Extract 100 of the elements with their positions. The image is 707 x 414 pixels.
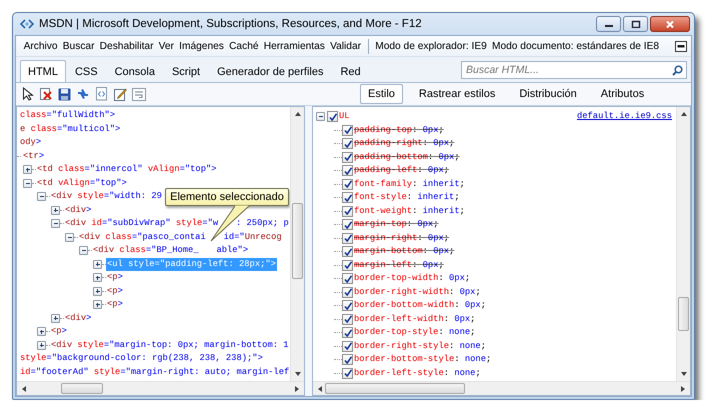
menu-item[interactable]: Validar xyxy=(327,38,364,54)
code-line[interactable]: <div> xyxy=(64,312,92,325)
scrollbar-thumb[interactable] xyxy=(325,383,465,394)
checkbox[interactable] xyxy=(342,124,353,136)
checkbox[interactable] xyxy=(342,178,353,190)
css-property[interactable]: border-left-width: 0px; xyxy=(354,312,476,326)
checkbox[interactable] xyxy=(342,138,353,150)
close-button[interactable] xyxy=(650,16,690,32)
collapse-icon[interactable] xyxy=(675,40,687,52)
style-tab[interactable]: Distribución xyxy=(511,84,585,104)
refresh-icon[interactable] xyxy=(76,87,90,101)
expand-toggle[interactable] xyxy=(23,165,32,174)
code-line[interactable]: <p> xyxy=(106,298,124,312)
code-line[interactable]: ody> xyxy=(19,136,42,150)
menu-item[interactable]: Imágenes xyxy=(176,38,226,54)
checkbox[interactable] xyxy=(342,273,353,284)
tab[interactable]: Script xyxy=(164,60,208,82)
save-icon[interactable] xyxy=(58,88,71,100)
expand-toggle[interactable] xyxy=(37,327,46,336)
css-property[interactable]: margin-bottom: 0px; xyxy=(354,245,454,258)
code-line[interactable]: e class="multicol"> xyxy=(19,122,122,136)
menu-item[interactable]: Buscar xyxy=(60,38,98,54)
checkbox[interactable] xyxy=(327,111,338,122)
style-tab[interactable]: Atributos xyxy=(592,84,652,104)
code-line[interactable]: class="fullWidth"> xyxy=(19,109,116,122)
search-field[interactable]: Buscar HTML... xyxy=(461,60,687,78)
expand-toggle[interactable] xyxy=(23,178,32,188)
horizontal-scrollbar[interactable] xyxy=(17,381,304,395)
source-icon[interactable] xyxy=(95,87,108,101)
checkbox[interactable] xyxy=(342,246,353,258)
code-line[interactable]: id="footerAd" style="margin-right: auto; margin-lef xyxy=(19,366,290,379)
css-property[interactable]: border-bottom-width: 0px; xyxy=(354,299,486,312)
edit-icon[interactable] xyxy=(113,87,127,101)
clear-icon[interactable] xyxy=(39,87,53,101)
checkbox[interactable] xyxy=(342,152,353,163)
css-property[interactable]: border-top-width: 0px; xyxy=(354,272,470,286)
checkbox[interactable] xyxy=(342,232,353,244)
tab[interactable]: Consola xyxy=(106,60,163,82)
menu-item[interactable]: Ver xyxy=(156,38,177,54)
checkbox[interactable] xyxy=(342,368,353,379)
scrollbar-thumb[interactable] xyxy=(292,203,303,279)
expand-toggle[interactable] xyxy=(51,206,60,215)
code-line[interactable]: able"> xyxy=(215,244,250,258)
expand-toggle[interactable] xyxy=(37,340,46,350)
menu-item[interactable]: Caché xyxy=(226,38,262,54)
search-icon[interactable] xyxy=(672,64,683,76)
css-property[interactable]: border-bottom-style: none; xyxy=(354,353,492,366)
css-property[interactable]: font-style: inherit; xyxy=(354,191,460,204)
code-line[interactable]: <div style="margin-top: 0px; margin-bottom: 1 xyxy=(50,338,290,352)
code-line[interactable]: <div id="subDivWrap" style="w xyxy=(64,217,220,230)
css-property[interactable]: padding-bottom: 0px; xyxy=(354,150,460,164)
minimize-button[interactable] xyxy=(596,16,621,32)
code-line[interactable]: : 250px; p xyxy=(234,217,290,230)
tab[interactable]: Generador de perfiles xyxy=(209,60,332,82)
expand-toggle[interactable] xyxy=(51,314,60,323)
scrollbar-thumb[interactable] xyxy=(678,297,689,331)
css-property[interactable]: padding-top: 0px; xyxy=(354,124,444,137)
tab[interactable]: HTML xyxy=(20,60,66,82)
checkbox[interactable] xyxy=(342,260,353,271)
tab[interactable]: CSS xyxy=(66,60,106,82)
code-line[interactable]: <div style="width: 29 xyxy=(50,190,163,204)
code-line[interactable]: <div class="BP_Home_ xyxy=(92,244,200,258)
code-line[interactable]: id="Unrecog xyxy=(222,230,283,244)
checkbox[interactable] xyxy=(342,314,353,325)
tab[interactable]: Red xyxy=(332,60,369,82)
expand-toggle[interactable] xyxy=(51,219,60,228)
css-property[interactable]: border-right-width: 0px; xyxy=(354,286,481,299)
checkbox[interactable] xyxy=(342,354,353,366)
scrollbar-thumb[interactable] xyxy=(61,383,103,394)
code-line[interactable]: <p> xyxy=(50,325,68,338)
mode-menu[interactable]: Modo documento: estándares de IE8 xyxy=(489,38,662,54)
vertical-scrollbar[interactable] xyxy=(676,107,690,381)
code-line[interactable]: <p> xyxy=(106,284,124,298)
style-tab[interactable]: Rastrear estilos xyxy=(410,84,504,104)
code-line[interactable]: <td vAlign="top"> xyxy=(36,176,128,190)
css-property[interactable]: padding-left: 0px; xyxy=(354,164,450,178)
code-line[interactable]: <tr> xyxy=(22,150,46,163)
checkbox[interactable] xyxy=(342,327,353,338)
expand-toggle[interactable] xyxy=(79,246,88,256)
css-property[interactable]: border-top-style: none; xyxy=(354,326,476,340)
checkbox[interactable] xyxy=(342,219,353,230)
checkbox[interactable] xyxy=(342,300,353,312)
expand-toggle[interactable] xyxy=(93,300,102,310)
checkbox[interactable] xyxy=(342,165,353,176)
maximize-button[interactable] xyxy=(623,16,648,32)
css-property[interactable]: border-left-style: none; xyxy=(354,366,481,380)
style-tab[interactable]: Estilo xyxy=(360,84,403,104)
css-property[interactable]: margin-left: 0px; xyxy=(354,258,444,272)
checkbox[interactable] xyxy=(342,286,353,298)
checkbox[interactable] xyxy=(342,192,353,204)
code-line[interactable]: <div> xyxy=(64,204,92,217)
menu-item[interactable]: Herramientas xyxy=(261,38,328,54)
cursor-icon[interactable] xyxy=(22,87,34,101)
expand-toggle[interactable] xyxy=(93,286,102,296)
mode-menu[interactable]: Modo de explorador: IE9 xyxy=(372,38,490,54)
code-line[interactable]: <td class="innercol" vAlign="top"> xyxy=(36,163,218,176)
menu-item[interactable]: Deshabilitar xyxy=(97,38,156,54)
horizontal-scrollbar[interactable] xyxy=(313,381,690,395)
checkbox[interactable] xyxy=(342,206,353,217)
expand-toggle[interactable] xyxy=(37,192,46,202)
